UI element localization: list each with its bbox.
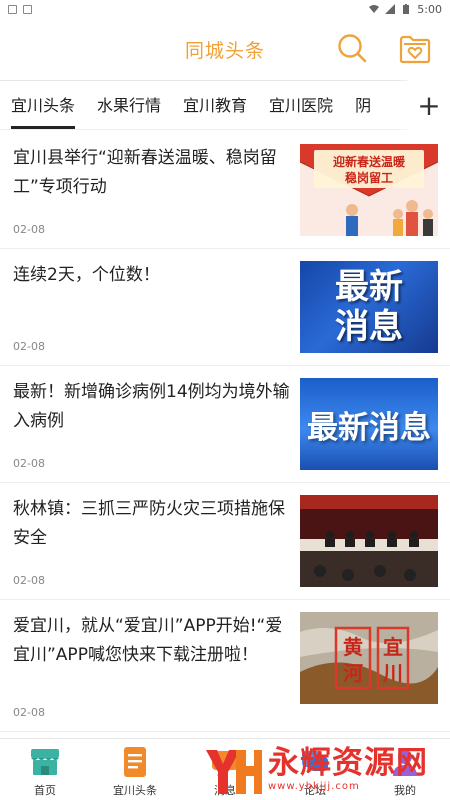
thumb-caption-1: 黄 (343, 635, 363, 659)
spring-festival-illustration: 迎新春送温暖 稳岗留工 (300, 144, 438, 236)
tabbar-item-headlines[interactable]: 宜川头条 (90, 739, 180, 800)
shop-icon (31, 749, 59, 775)
news-title: 连续2天，个位数！ (13, 265, 160, 285)
profile-icon (393, 750, 417, 776)
news-thumbnail: 迎新春送温暖 稳岗留工 (300, 144, 438, 236)
news-date: 02-08 (13, 223, 45, 236)
meeting-photo (300, 495, 438, 587)
search-icon[interactable] (336, 32, 368, 64)
calligraphy-banner: 黄 河 宜 川 (300, 612, 438, 704)
wifi-icon (369, 5, 380, 13)
news-thumbnail: 最新 消息 (300, 261, 438, 353)
document-icon (124, 747, 146, 777)
tab-yichuan-education[interactable]: 宜川教育 (172, 81, 258, 129)
thumb-caption: 最新消息 (307, 409, 431, 446)
tabbar-label: 消息 (214, 784, 236, 797)
news-title: 爱宜川，就从“爱宜川”APP开始!“爱宜川”APP喊您快来下载注册啦！ (13, 616, 283, 665)
tab-yichuan-headlines[interactable]: 宜川头条 (0, 81, 86, 129)
thumb-caption-2: 稳岗留工 (345, 170, 393, 185)
tabbar-item-forum[interactable]: 论坛 (270, 739, 360, 800)
forum-icon (302, 751, 328, 771)
app-header: 同城头条 (0, 18, 450, 80)
notification-icon (8, 4, 17, 14)
news-thumbnail: 最新消息 (300, 378, 438, 470)
news-date: 02-08 (13, 340, 45, 353)
news-date: 02-08 (13, 574, 45, 587)
add-tab-button[interactable]: + (408, 80, 450, 130)
message-icon (212, 751, 238, 776)
news-title: 宜川县举行“迎新春送温暖、稳岗留工”专项行动 (13, 148, 277, 197)
tabbar-item-messages[interactable]: 消息 (180, 739, 270, 800)
page-title: 同城头条 (184, 39, 265, 62)
news-title: 最新！新增确诊病例14例均为境外输入病例 (13, 382, 290, 431)
tab-truncated[interactable]: 阴 (344, 81, 382, 129)
news-feed: 宜川县举行“迎新春送温暖、稳岗留工”专项行动 02-08 迎新春送温暖 稳岗留工… (0, 132, 450, 732)
notification-icons (8, 4, 32, 14)
bottom-tab-bar: 首页 宜川头条 消息 论坛 我的 (0, 738, 450, 800)
tab-fruit-market[interactable]: 水果行情 (86, 81, 172, 129)
thumb-caption: 最新 消息 (335, 267, 403, 347)
favorites-folder-icon[interactable] (398, 32, 432, 66)
thumb-caption-2: 消息 (335, 307, 403, 347)
news-date: 02-08 (13, 706, 45, 719)
status-time: 5:00 (417, 2, 442, 16)
news-item[interactable]: 最新！新增确诊病例14例均为境外输入病例 02-08 最新消息 (0, 366, 450, 483)
tabbar-item-profile[interactable]: 我的 (360, 739, 450, 800)
news-item[interactable]: 连续2天，个位数！ 02-08 最新 消息 (0, 249, 450, 366)
category-tabs: 宜川头条 水果行情 宜川教育 宜川医院 阴 + (0, 80, 450, 130)
thumb-caption-1: 最新 (335, 267, 403, 307)
thumb-caption-2: 河 (343, 661, 363, 685)
notification-icon (23, 4, 32, 14)
tabbar-label: 我的 (394, 784, 416, 797)
news-item[interactable]: 爱宜川，就从“爱宜川”APP开始!“爱宜川”APP喊您快来下载注册啦！ 02-0… (0, 600, 450, 732)
news-thumbnail (300, 495, 438, 587)
news-item[interactable]: 宜川县举行“迎新春送温暖、稳岗留工”专项行动 02-08 迎新春送温暖 稳岗留工 (0, 132, 450, 249)
tab-yichuan-hospital[interactable]: 宜川医院 (258, 81, 344, 129)
signal-icon (385, 4, 396, 14)
thumb-caption-1: 迎新春送温暖 (333, 154, 406, 169)
news-thumbnail: 黄 河 宜 川 (300, 612, 438, 704)
battery-icon (403, 4, 410, 14)
news-title: 秋林镇：三抓三严防火灾三项措施保安全 (13, 499, 285, 548)
tabbar-label: 论坛 (304, 784, 326, 797)
status-bar: 5:00 (0, 0, 450, 18)
news-item[interactable]: 秋林镇：三抓三严防火灾三项措施保安全 02-08 (0, 483, 450, 600)
tab-list: 宜川头条 水果行情 宜川教育 宜川医院 阴 (0, 81, 408, 129)
status-right: 5:00 (369, 3, 442, 16)
news-date: 02-08 (13, 457, 45, 470)
thumb-caption-4: 川 (382, 661, 403, 685)
tabbar-item-home[interactable]: 首页 (0, 739, 90, 800)
thumb-caption-3: 宜 (383, 635, 403, 659)
tabbar-label: 宜川头条 (113, 784, 157, 797)
tabbar-label: 首页 (34, 784, 56, 797)
